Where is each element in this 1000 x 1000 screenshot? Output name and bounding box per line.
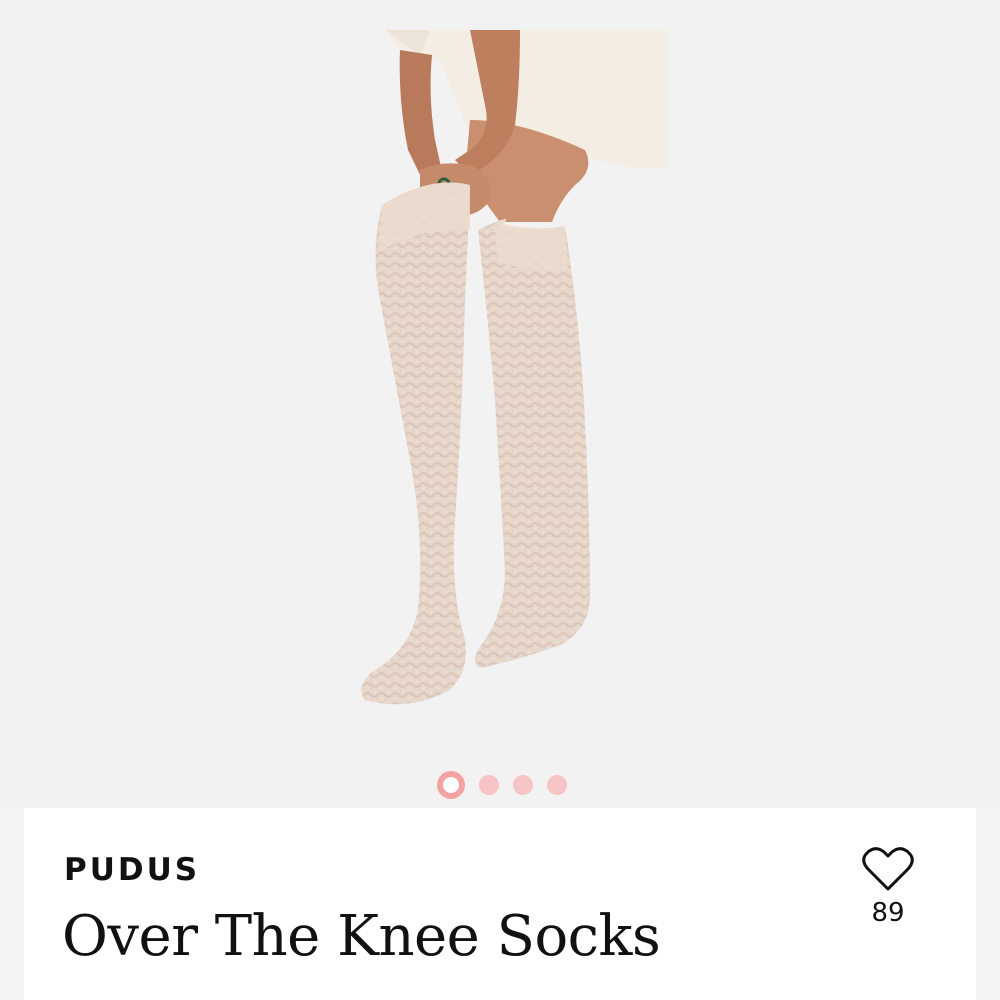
product-info-card: PUDUS Over The Knee Socks 89 — [24, 808, 976, 1000]
gallery-dot-2[interactable] — [479, 775, 499, 795]
like-count: 89 — [871, 898, 905, 928]
product-photo — [0, 0, 1000, 760]
product-title: Over The Knee Socks — [62, 904, 661, 969]
product-page: PUDUS Over The Knee Socks 89 — [0, 0, 1000, 1000]
gallery-pagination — [0, 770, 1000, 800]
brand-name[interactable]: PUDUS — [64, 852, 200, 888]
gallery-dot-1[interactable] — [437, 771, 465, 799]
heart-icon — [862, 847, 914, 891]
image-gallery[interactable] — [0, 0, 1000, 808]
gallery-dot-3[interactable] — [513, 775, 533, 795]
like-button[interactable]: 89 — [858, 846, 918, 928]
gallery-dot-4[interactable] — [547, 775, 567, 795]
